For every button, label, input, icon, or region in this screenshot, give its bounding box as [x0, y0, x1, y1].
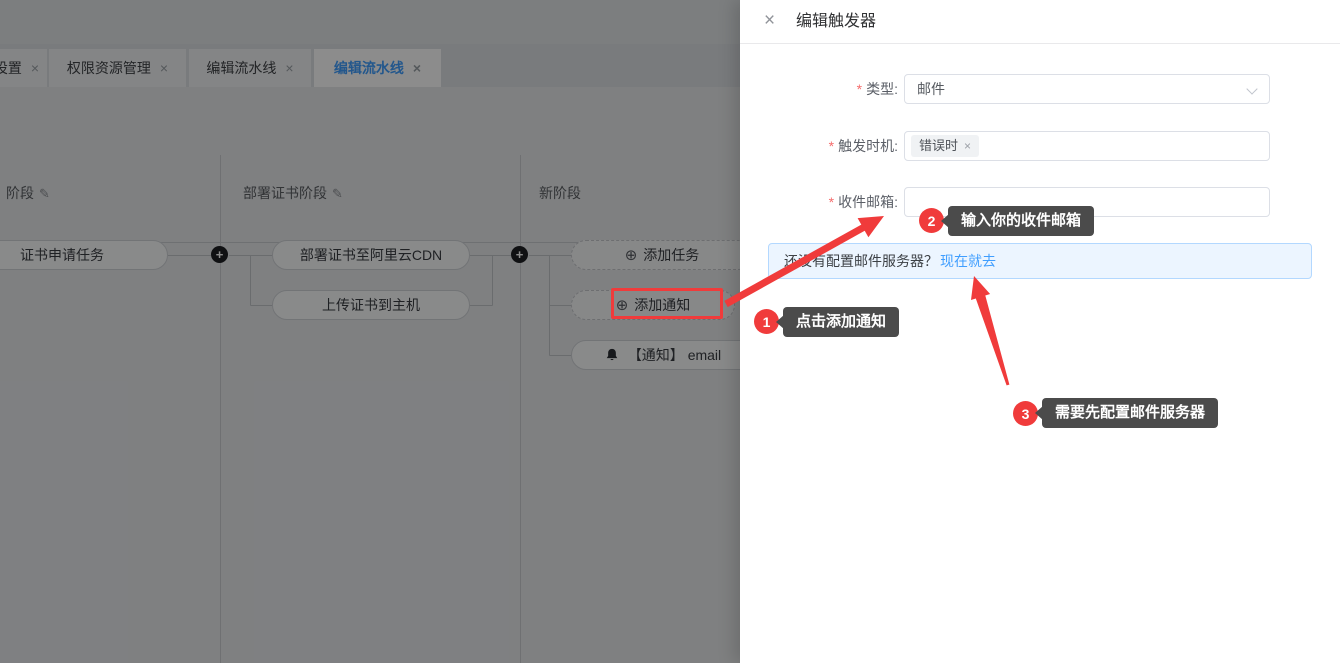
- drawer-title: 编辑触发器: [796, 0, 876, 44]
- edit-trigger-drawer: × 编辑触发器 *类型: 邮件 *触发时机: 错误时× *收件邮箱: 还没有配置…: [740, 0, 1340, 663]
- field-label-trigger-timing: *触发时机:: [750, 131, 898, 161]
- recipient-email-input[interactable]: [905, 188, 1269, 216]
- recipient-email-box: [904, 187, 1270, 217]
- field-label-recipient-email: *收件邮箱:: [750, 187, 898, 217]
- alert-text: 还没有配置邮件服务器？: [784, 253, 938, 269]
- drawer-header: × 编辑触发器: [740, 0, 1340, 44]
- tag-close-icon[interactable]: ×: [964, 139, 971, 153]
- type-select[interactable]: 邮件: [904, 74, 1270, 104]
- trigger-timing-select[interactable]: 错误时×: [904, 131, 1270, 161]
- drawer-overlay-mask[interactable]: [0, 0, 741, 663]
- configure-now-link[interactable]: 现在就去: [940, 253, 996, 269]
- timing-tag: 错误时×: [911, 135, 979, 157]
- type-select-value: 邮件: [917, 75, 945, 103]
- field-label-type: *类型:: [750, 74, 898, 104]
- mail-server-alert: 还没有配置邮件服务器？现在就去: [768, 243, 1312, 279]
- close-icon[interactable]: ×: [764, 11, 775, 30]
- chevron-down-icon: [1246, 83, 1257, 94]
